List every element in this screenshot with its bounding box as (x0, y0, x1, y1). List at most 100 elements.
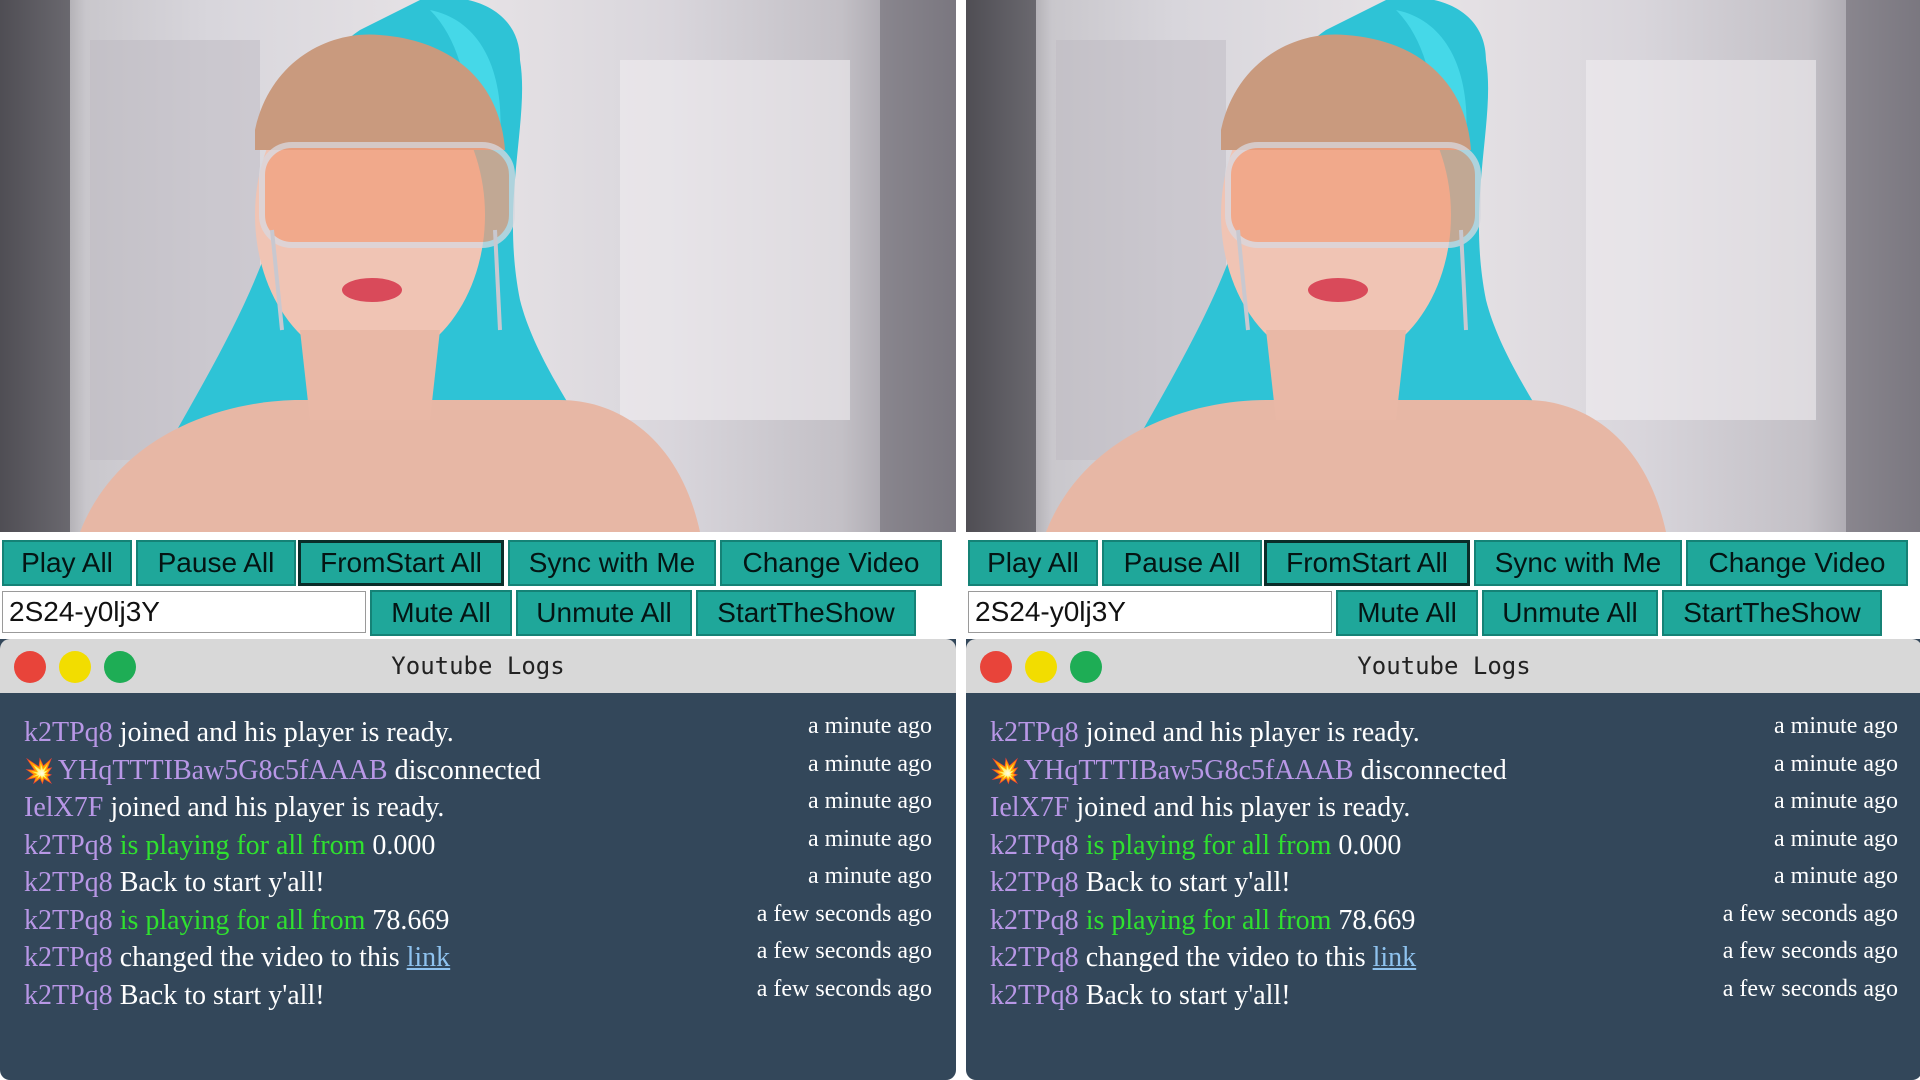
log-text: disconnected (1360, 754, 1507, 786)
log-text: joined and his player is ready. (1076, 792, 1411, 823)
log-action: is playing for all from (119, 829, 366, 861)
log-text: Back to start y'all! (1085, 979, 1291, 1011)
log-user: k2TPq8 (990, 867, 1079, 898)
log-text: changed the video to this (119, 942, 400, 973)
explosion-icon: 💥 (24, 758, 54, 785)
from-start-all-button[interactable]: FromStart All (1264, 540, 1470, 586)
pause-all-button[interactable]: Pause All (136, 540, 296, 586)
log-timestamp: a minute ago (1774, 713, 1898, 739)
log-entry: k2TPq8 is playing for all from 78.669 a … (24, 901, 932, 943)
log-timestamp: a minute ago (808, 825, 932, 852)
video-id-input[interactable] (968, 591, 1332, 633)
log-entry: IelX7F joined and his player is ready. a… (990, 788, 1898, 830)
log-timestamp: a minute ago (808, 788, 932, 814)
unmute-all-button[interactable]: Unmute All (1482, 590, 1658, 636)
play-all-button[interactable]: Play All (968, 540, 1098, 586)
log-value: 0.000 (1338, 829, 1402, 861)
log-entry: k2TPq8 changed the video to this link a … (24, 938, 932, 980)
log-timestamp: a few seconds ago (1722, 900, 1898, 927)
log-entry: IelX7F joined and his player is ready. a… (24, 788, 932, 830)
control-row-1: Play All Pause All FromStart All Sync wi… (966, 540, 1920, 590)
start-the-show-button[interactable]: StartTheShow (696, 590, 916, 636)
log-text: joined and his player is ready. (119, 717, 454, 748)
video-id-input[interactable] (2, 591, 366, 633)
log-timestamp: a few seconds ago (756, 938, 932, 964)
change-video-button[interactable]: Change Video (1686, 540, 1908, 586)
sync-panel-left: Play All Pause All FromStart All Sync wi… (0, 0, 956, 1080)
pause-all-button[interactable]: Pause All (1102, 540, 1262, 586)
log-user: YHqTTTIBaw5G8c5fAAAB (57, 754, 388, 786)
log-timestamp: a minute ago (808, 863, 932, 889)
control-row-1: Play All Pause All FromStart All Sync wi… (0, 540, 956, 590)
log-user: k2TPq8 (24, 942, 113, 973)
log-timestamp: a few seconds ago (756, 975, 932, 1002)
log-text: disconnected (394, 754, 541, 786)
unmute-all-button[interactable]: Unmute All (516, 590, 692, 636)
log-timestamp: a minute ago (1774, 825, 1898, 852)
log-timestamp: a few seconds ago (1722, 975, 1898, 1002)
log-titlebar: Youtube Logs (966, 639, 1920, 693)
log-user: k2TPq8 (990, 942, 1079, 973)
explosion-icon: 💥 (990, 758, 1020, 785)
log-entry: 💥 YHqTTTIBaw5G8c5fAAAB disconnected a min… (24, 751, 932, 793)
log-text: Back to start y'all! (119, 867, 325, 898)
log-entry: k2TPq8 is playing for all from 0.000 a m… (24, 826, 932, 868)
log-entry: k2TPq8 Back to start y'all! a minute ago (990, 863, 1898, 905)
mute-all-button[interactable]: Mute All (370, 590, 512, 636)
log-text: changed the video to this (1085, 942, 1366, 973)
log-action: is playing for all from (1085, 829, 1332, 861)
log-window: Youtube Logs k2TPq8 joined and his playe… (966, 639, 1920, 1080)
log-timestamp: a few seconds ago (1722, 938, 1898, 964)
start-the-show-button[interactable]: StartTheShow (1662, 590, 1882, 636)
log-user: YHqTTTIBaw5G8c5fAAAB (1023, 754, 1354, 786)
log-entry: k2TPq8 Back to start y'all! a minute ago (24, 863, 932, 905)
log-entry: k2TPq8 changed the video to this link a … (990, 938, 1898, 980)
log-user: k2TPq8 (24, 829, 113, 861)
log-entry: k2TPq8 Back to start y'all! a few second… (24, 976, 932, 1018)
video-link[interactable]: link (407, 942, 451, 973)
log-value: 78.669 (372, 904, 450, 936)
mute-all-button[interactable]: Mute All (1336, 590, 1478, 636)
log-action: is playing for all from (119, 904, 366, 936)
log-timestamp: a minute ago (1774, 788, 1898, 814)
from-start-all-button[interactable]: FromStart All (298, 540, 504, 586)
log-user: k2TPq8 (24, 904, 113, 936)
log-window: Youtube Logs k2TPq8 joined and his playe… (0, 639, 956, 1080)
log-entry: k2TPq8 joined and his player is ready. a… (990, 713, 1898, 755)
log-timestamp: a minute ago (1774, 863, 1898, 889)
log-timestamp: a minute ago (808, 713, 932, 739)
sync-with-me-button[interactable]: Sync with Me (508, 540, 716, 586)
log-value: 78.669 (1338, 904, 1416, 936)
log-entry: k2TPq8 Back to start y'all! a few second… (990, 976, 1898, 1018)
log-user: k2TPq8 (990, 829, 1079, 861)
log-text: joined and his player is ready. (110, 792, 445, 823)
log-value: 0.000 (372, 829, 436, 861)
sync-with-me-button[interactable]: Sync with Me (1474, 540, 1682, 586)
log-title: Youtube Logs (391, 652, 565, 680)
log-user: IelX7F (990, 792, 1070, 823)
log-timestamp: a minute ago (1774, 750, 1898, 777)
log-entry: k2TPq8 is playing for all from 0.000 a m… (990, 826, 1898, 868)
log-user: k2TPq8 (990, 717, 1079, 748)
log-user: IelX7F (24, 792, 104, 823)
log-text: Back to start y'all! (1085, 867, 1291, 898)
log-title: Youtube Logs (1357, 652, 1531, 680)
log-text: Back to start y'all! (119, 979, 325, 1011)
play-all-button[interactable]: Play All (2, 540, 132, 586)
video-player[interactable] (966, 0, 1920, 532)
log-user: k2TPq8 (24, 717, 113, 748)
log-list: k2TPq8 joined and his player is ready. a… (990, 713, 1898, 1018)
log-titlebar: Youtube Logs (0, 639, 956, 693)
log-user: k2TPq8 (990, 904, 1079, 936)
log-list: k2TPq8 joined and his player is ready. a… (24, 713, 932, 1018)
control-row-2: Mute All Unmute All StartTheShow (966, 590, 1920, 638)
log-action: is playing for all from (1085, 904, 1332, 936)
video-player[interactable] (0, 0, 956, 532)
log-entry: k2TPq8 joined and his player is ready. a… (24, 713, 932, 755)
log-entry: 💥 YHqTTTIBaw5G8c5fAAAB disconnected a min… (990, 751, 1898, 793)
change-video-button[interactable]: Change Video (720, 540, 942, 586)
log-timestamp: a minute ago (808, 750, 932, 777)
log-entry: k2TPq8 is playing for all from 78.669 a … (990, 901, 1898, 943)
video-frame (0, 0, 956, 532)
video-link[interactable]: link (1373, 942, 1417, 973)
